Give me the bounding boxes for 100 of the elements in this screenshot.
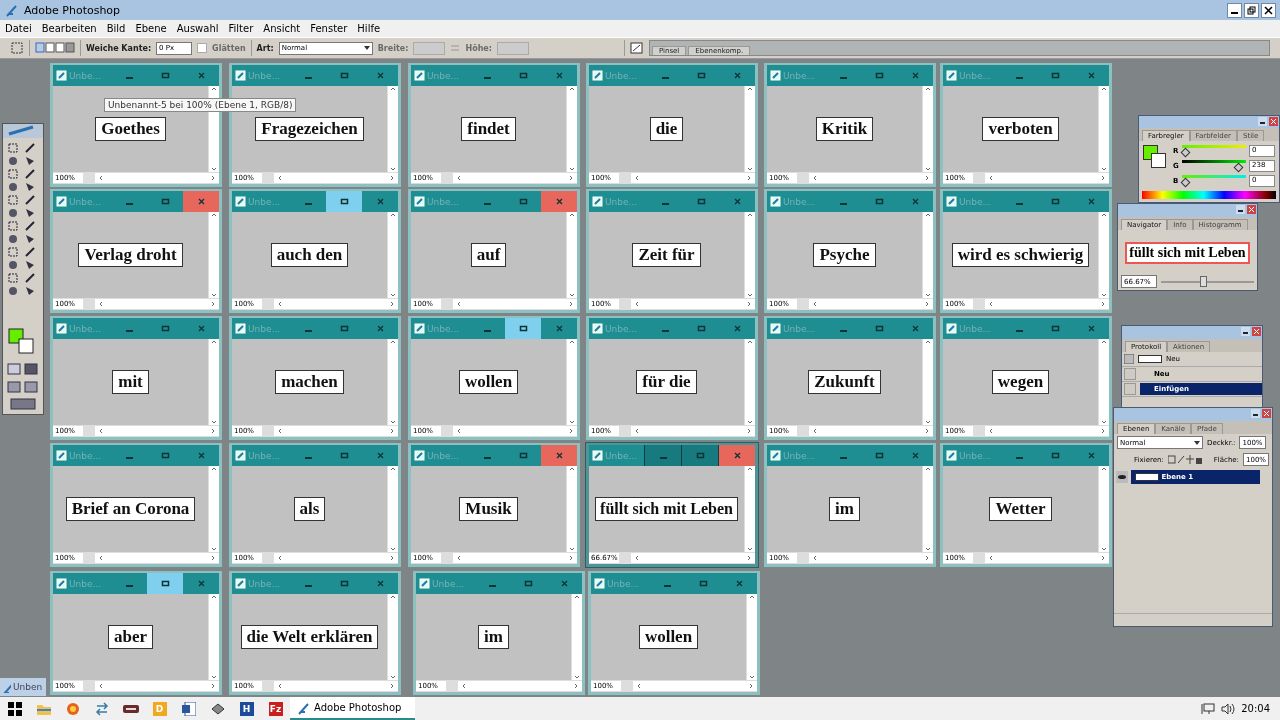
chevron-up-icon[interactable] [569,339,575,345]
color-swatch[interactable] [1143,144,1169,171]
vertical-scrollbar[interactable] [744,466,755,552]
vertical-scrollbar[interactable] [922,212,933,298]
chevron-up-icon[interactable] [925,466,931,472]
chevron-down-icon[interactable] [747,166,753,172]
chevron-up-icon[interactable] [211,212,217,218]
vertical-scrollbar[interactable] [744,86,755,172]
chevron-up-icon[interactable] [747,212,753,218]
vertical-scrollbar[interactable] [566,339,577,425]
maximize-button[interactable] [505,318,541,339]
chevron-right-icon[interactable] [924,175,930,181]
chevron-down-icon[interactable] [390,419,396,425]
horizontal-scrollbar[interactable] [985,299,1109,309]
chevron-up-icon[interactable] [747,466,753,472]
horizontal-scrollbar[interactable] [985,426,1109,436]
chevron-left-icon[interactable] [812,555,818,561]
chevron-up-icon[interactable] [390,594,396,600]
chevron-down-icon[interactable] [1101,546,1107,552]
chevron-left-icon[interactable] [277,683,283,689]
horizontal-scrollbar[interactable] [809,299,933,309]
color-slider[interactable] [1182,145,1246,157]
horizontal-scrollbar[interactable] [985,553,1109,563]
chevron-left-icon[interactable] [456,301,462,307]
chevron-left-icon[interactable] [812,428,818,434]
chevron-up-icon[interactable] [925,212,931,218]
minimize-icon[interactable] [1258,117,1267,126]
chevron-down-icon[interactable] [747,546,753,552]
vertical-scrollbar[interactable] [387,212,398,298]
chevron-up-icon[interactable] [925,86,931,92]
navigator-preview[interactable]: füllt sich mit Leben [1125,241,1250,264]
menu-item[interactable]: Bearbeiten [36,23,102,34]
vertical-scrollbar[interactable] [208,466,219,552]
chevron-left-icon[interactable] [988,175,994,181]
chevron-left-icon[interactable] [812,301,818,307]
chevron-right-icon[interactable] [748,683,754,689]
chevron-down-icon[interactable] [1101,292,1107,298]
chevron-down-icon[interactable] [390,674,396,680]
chevron-down-icon[interactable] [211,292,217,298]
vertical-scrollbar[interactable] [922,86,933,172]
chevron-left-icon[interactable] [636,683,642,689]
chevron-right-icon[interactable] [389,175,395,181]
horizontal-scrollbar[interactable] [633,681,757,691]
horizontal-scrollbar[interactable] [274,681,398,691]
chevron-left-icon[interactable] [98,301,104,307]
vertical-scrollbar[interactable] [208,339,219,425]
height-field[interactable] [496,41,529,55]
horizontal-scrollbar[interactable] [809,426,933,436]
chevron-left-icon[interactable] [277,301,283,307]
chevron-up-icon[interactable] [211,594,217,600]
horizontal-scrollbar[interactable] [985,173,1109,183]
chevron-right-icon[interactable] [1100,301,1106,307]
vertical-scrollbar[interactable] [922,466,933,552]
chevron-right-icon[interactable] [568,301,574,307]
chevron-left-icon[interactable] [277,428,283,434]
chevron-down-icon[interactable] [747,292,753,298]
horizontal-scrollbar[interactable] [95,681,219,691]
chevron-up-icon[interactable] [390,339,396,345]
horizontal-scrollbar[interactable] [95,299,219,309]
horizontal-scrollbar[interactable] [809,553,933,563]
chevron-left-icon[interactable] [988,301,994,307]
chevron-right-icon[interactable] [210,428,216,434]
minimize-icon[interactable] [1236,205,1245,214]
vertical-scrollbar[interactable] [387,339,398,425]
selection-mode-icon[interactable] [35,41,75,55]
chevron-up-icon[interactable] [390,86,396,92]
chevron-left-icon[interactable] [456,428,462,434]
menu-item[interactable]: Datei [0,23,37,34]
marquee-icon[interactable] [10,41,24,55]
chevron-right-icon[interactable] [924,555,930,561]
vertical-scrollbar[interactable] [746,594,757,680]
vertical-scrollbar[interactable] [744,212,755,298]
network-icon[interactable] [1201,702,1216,715]
horizontal-scrollbar[interactable] [458,681,582,691]
chevron-down-icon[interactable] [574,674,580,680]
chevron-down-icon[interactable] [211,419,217,425]
chevron-down-icon[interactable] [925,166,931,172]
close-icon[interactable] [1269,117,1278,126]
chevron-right-icon[interactable] [568,175,574,181]
minimize-icon[interactable] [1241,327,1250,336]
palette-icon[interactable] [629,41,644,55]
vertical-scrollbar[interactable] [208,594,219,680]
menu-item[interactable]: Filter [223,23,259,34]
chevron-left-icon[interactable] [634,428,640,434]
chevron-left-icon[interactable] [988,555,994,561]
horizontal-scrollbar[interactable] [95,426,219,436]
horizontal-scrollbar[interactable] [453,426,577,436]
horizontal-scrollbar[interactable] [631,299,755,309]
chevron-right-icon[interactable] [1100,428,1106,434]
chevron-down-icon[interactable] [390,166,396,172]
chevron-left-icon[interactable] [988,428,994,434]
restore-button[interactable] [1244,2,1259,18]
maximize-button[interactable] [147,573,183,594]
chevron-right-icon[interactable] [924,428,930,434]
chevron-left-icon[interactable] [634,301,640,307]
clock[interactable]: 20:04 [1241,703,1270,714]
chevron-left-icon[interactable] [456,555,462,561]
close-icon[interactable] [1252,327,1261,336]
horizontal-scrollbar[interactable] [274,173,398,183]
horizontal-scrollbar[interactable] [95,553,219,563]
